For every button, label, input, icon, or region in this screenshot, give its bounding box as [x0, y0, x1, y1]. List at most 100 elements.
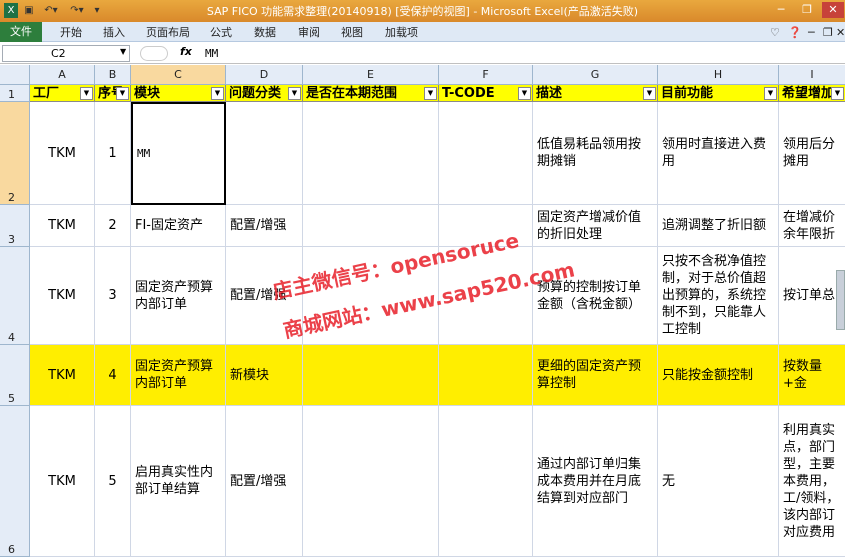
cell-B5[interactable]: 4	[95, 345, 131, 406]
filter-dropdown-icon[interactable]: ▼	[80, 87, 93, 100]
name-box[interactable]: C2	[2, 45, 130, 62]
column-header-D[interactable]: D	[226, 65, 303, 85]
cell-text: 只能按金额控制	[662, 367, 754, 383]
tab-insert[interactable]: 插入	[103, 24, 125, 41]
cell-text: 通过内部订单归集成本费用并在月底结算到对应部门	[537, 456, 642, 506]
file-tab[interactable]: 文件	[0, 22, 42, 42]
cell-A5[interactable]: TKM	[30, 345, 95, 406]
vertical-scrollbar[interactable]	[836, 270, 845, 330]
row-header-1[interactable]: 1	[0, 85, 30, 102]
header-cell-C: 模块 ▼	[131, 85, 226, 102]
column-header-I[interactable]: I	[779, 65, 845, 85]
row-header-6[interactable]: 6	[0, 406, 30, 557]
cell-F5[interactable]	[439, 345, 533, 406]
tab-addins[interactable]: 加载项	[385, 24, 418, 41]
cell-F6[interactable]	[439, 406, 533, 557]
cell-H6[interactable]: 无	[658, 406, 779, 557]
cell-A6[interactable]: TKM	[30, 406, 95, 557]
tab-page-layout[interactable]: 页面布局	[146, 24, 190, 41]
cell-I6[interactable]: 利用真实点，部门型，主要本费用，工/领料，该内部订对应费用	[779, 406, 845, 557]
cell-C5[interactable]: 固定资产预算内部订单	[131, 345, 226, 406]
cell-I5[interactable]: 按数量+金	[779, 345, 845, 406]
cell-E6[interactable]	[303, 406, 439, 557]
row-header-4[interactable]: 4	[0, 247, 30, 345]
cell-E2[interactable]	[303, 102, 439, 205]
cell-E3[interactable]	[303, 205, 439, 247]
cell-D5[interactable]: 新模块	[226, 345, 303, 406]
cell-H4[interactable]: 只按不含税净值控制，对于总价值超出预算的，系统控制不到，只能靠人工控制	[658, 247, 779, 345]
cell-B4[interactable]: 3	[95, 247, 131, 345]
filter-dropdown-icon[interactable]: ▼	[288, 87, 301, 100]
cell-D3[interactable]: 配置/增强	[226, 205, 303, 247]
cell-F2[interactable]	[439, 102, 533, 205]
tab-formulas[interactable]: 公式	[210, 24, 232, 41]
cell-G2[interactable]: 低值易耗品领用按期摊销	[533, 102, 658, 205]
window-minimize-icon[interactable]: ─	[808, 24, 815, 41]
row-header-2[interactable]: 2	[0, 102, 30, 205]
cell-G3[interactable]: 固定资产增减价值的折旧处理	[533, 205, 658, 247]
cell-C3[interactable]: FI-固定资产	[131, 205, 226, 247]
cell-A3[interactable]: TKM	[30, 205, 95, 247]
cell-G5[interactable]: 更细的固定资产预算控制	[533, 345, 658, 406]
cell-G6[interactable]: 通过内部订单归集成本费用并在月底结算到对应部门	[533, 406, 658, 557]
cell-E5[interactable]	[303, 345, 439, 406]
minimize-icon[interactable]: ─	[770, 2, 792, 18]
header-cell-I: 希望增加 ▼	[779, 85, 845, 102]
name-box-dropdown-icon[interactable]: ▼	[120, 47, 126, 56]
cell-text: TKM	[48, 218, 76, 233]
cell-H2[interactable]: 领用时直接进入费用	[658, 102, 779, 205]
cell-B3[interactable]: 2	[95, 205, 131, 247]
window-close-icon[interactable]: ✕	[836, 24, 845, 41]
cell-I2[interactable]: 领用后分摊用	[779, 102, 845, 205]
cell-text: TKM	[48, 288, 76, 303]
fx-icon[interactable]: fx	[180, 45, 192, 58]
cell-text: 领用时直接进入费用	[662, 137, 767, 169]
minimize-ribbon-icon[interactable]: ♡	[770, 24, 780, 41]
filter-dropdown-icon[interactable]: ▼	[643, 87, 656, 100]
column-header-F[interactable]: F	[439, 65, 533, 85]
cell-text: 4	[108, 367, 117, 383]
filter-dropdown-icon[interactable]: ▼	[831, 87, 844, 100]
filter-dropdown-icon[interactable]: ▼	[424, 87, 437, 100]
filter-dropdown-icon[interactable]: ▼	[116, 87, 129, 100]
cell-C4[interactable]: 固定资产预算内部订单	[131, 247, 226, 345]
filter-dropdown-icon[interactable]: ▼	[518, 87, 531, 100]
column-header-E[interactable]: E	[303, 65, 439, 85]
window-restore-icon[interactable]: ❐	[823, 24, 833, 41]
cell-C6[interactable]: 启用真实性内部订单结算	[131, 406, 226, 557]
column-header-H[interactable]: H	[658, 65, 779, 85]
help-icon[interactable]: ❓	[788, 24, 802, 41]
restore-icon[interactable]: ❐	[796, 2, 818, 18]
formula-content[interactable]: MM	[205, 47, 218, 60]
select-all-corner[interactable]	[0, 65, 30, 85]
cell-text: 3	[108, 288, 117, 303]
close-icon[interactable]: ✕	[822, 2, 844, 18]
tab-home[interactable]: 开始	[60, 24, 82, 41]
cell-C2[interactable]: MM	[131, 102, 226, 205]
filter-dropdown-icon[interactable]: ▼	[764, 87, 777, 100]
cell-H5[interactable]: 只能按金额控制	[658, 345, 779, 406]
column-header-A[interactable]: A	[30, 65, 95, 85]
cell-B2[interactable]: 1	[95, 102, 131, 205]
tab-review[interactable]: 审阅	[298, 24, 320, 41]
row-header-3[interactable]: 3	[0, 205, 30, 247]
tab-data[interactable]: 数据	[254, 24, 276, 41]
column-header-C[interactable]: C	[131, 65, 226, 85]
column-header-G[interactable]: G	[533, 65, 658, 85]
cell-text: 利用真实点，部门型，主要本费用，工/领料，该内部订对应费用	[783, 422, 840, 540]
cell-I3[interactable]: 在增减价余年限折	[779, 205, 845, 247]
formula-expand-icon[interactable]	[140, 46, 168, 61]
column-header-B[interactable]: B	[95, 65, 131, 85]
cell-text: 更细的固定资产预算控制	[537, 359, 642, 391]
cell-H3[interactable]: 追溯调整了折旧额	[658, 205, 779, 247]
tab-view[interactable]: 视图	[341, 24, 363, 41]
row-header-5[interactable]: 5	[0, 345, 30, 406]
cell-A4[interactable]: TKM	[30, 247, 95, 345]
cell-D6[interactable]: 配置/增强	[226, 406, 303, 557]
cell-text: TKM	[48, 145, 76, 161]
cell-D2[interactable]	[226, 102, 303, 205]
cell-A2[interactable]: TKM	[30, 102, 95, 205]
cell-text: 配置/增强	[230, 218, 287, 233]
filter-dropdown-icon[interactable]: ▼	[211, 87, 224, 100]
cell-B6[interactable]: 5	[95, 406, 131, 557]
